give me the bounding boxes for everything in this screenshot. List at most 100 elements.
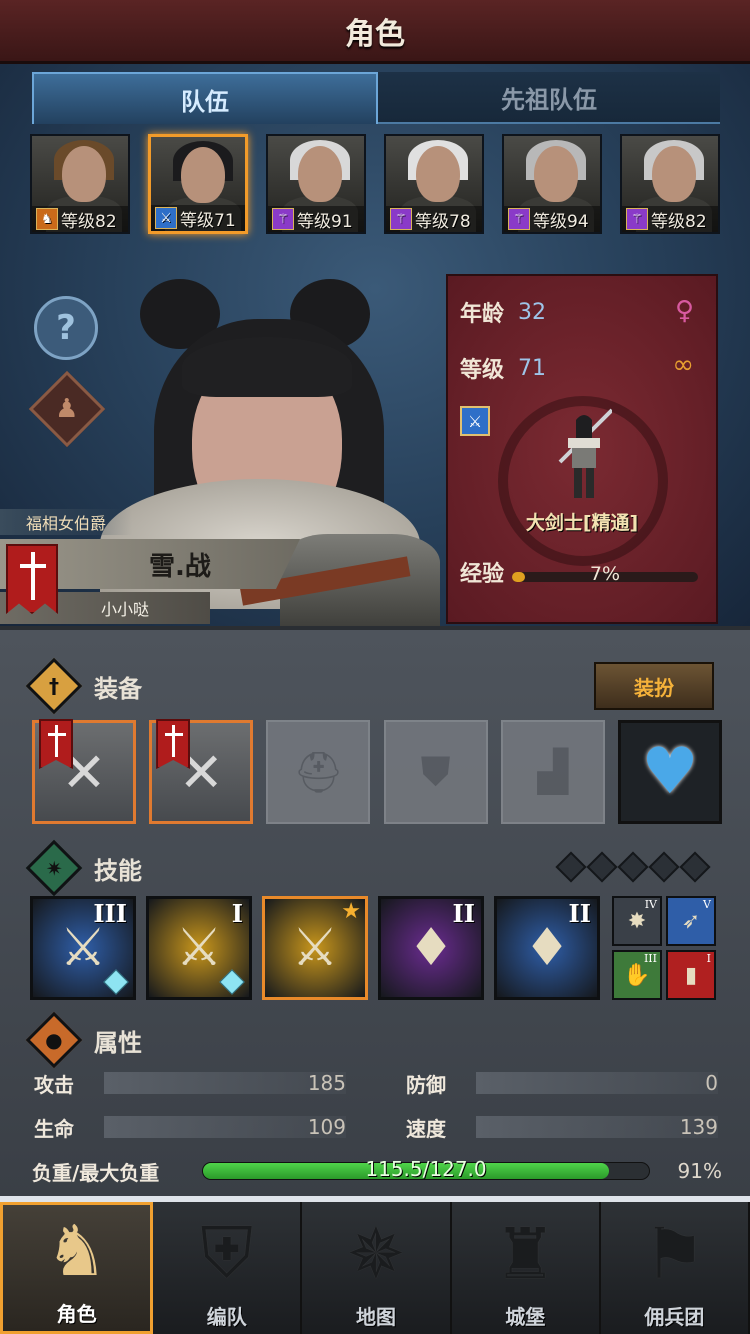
nav-label: 编队 (206, 1305, 247, 1329)
nav-label: 角色 (56, 1302, 97, 1326)
skill-slot[interactable]: ⚔ ★ (262, 896, 368, 1000)
armor-slot[interactable]: ⛊ (383, 720, 488, 824)
figure-icon: ♟ (55, 394, 79, 424)
helmet-formation-icon: ⛨ (200, 1212, 254, 1294)
hero-card[interactable]: ⚚ 等级94 (502, 134, 602, 234)
hero-level: ⚚ 等级82 (622, 206, 718, 232)
speed-label: 速度 (406, 1116, 446, 1141)
staff-icon: ⚚ (626, 208, 648, 230)
skill-rank: II (568, 899, 591, 928)
level-value: 71 (518, 355, 547, 381)
hero-level: ⚔ 等级71 (151, 205, 245, 231)
hero-level: ♞ 等级82 (32, 206, 128, 232)
skill-slot[interactable]: ⚔ III (30, 896, 136, 1000)
hero-face (416, 146, 460, 202)
load-percent: 91% (677, 1159, 722, 1183)
hero-face (534, 146, 578, 202)
tab-team[interactable]: 队伍 (32, 72, 378, 124)
accessory-slot[interactable]: ♥ (617, 720, 722, 824)
gem-slot-icon (648, 851, 680, 883)
skill-icon: ✸ (627, 908, 647, 934)
skill-slot[interactable]: ⚔ I (146, 896, 252, 1000)
guild-flag-icon (156, 719, 191, 769)
skill-icon: ✋ (623, 962, 651, 988)
nav-label: 佣兵团 (644, 1305, 705, 1329)
skill-icon: ♦ (523, 918, 571, 978)
load-label: 负重/最大负重 (32, 1160, 160, 1185)
weapon-slot-1[interactable]: ✕ (32, 719, 136, 824)
dagger-icon: † (25, 657, 83, 715)
hero-card[interactable]: ⚚ 等级91 (266, 134, 366, 234)
gem-slot-icon (586, 851, 618, 883)
nav-label: 城堡 (505, 1305, 546, 1329)
diamond-icon (219, 969, 245, 995)
hero-roster: ♞ 等级82 ⚔ 等级71 ⚚ 等级91 ⚚ 等级78 ⚚ 等级94 ⚚ 等级82 (30, 134, 720, 234)
skill-slot[interactable]: ♦ II (378, 896, 484, 1000)
skill-rank: V (703, 898, 711, 911)
tab-ancestor-team[interactable]: 先祖队伍 (378, 72, 720, 124)
load-stat: 负重/最大负重 115.5/127.0 91% (32, 1156, 722, 1186)
title-bar: 角色 (0, 0, 750, 64)
helmet-icon: ⛑ (292, 749, 344, 796)
hero-level: ⚚ 等级94 (504, 206, 600, 232)
passive-skills: ✸ IV ➶ V ✋ III ▮ I (612, 896, 716, 1000)
hero-level-label: 等级82 (651, 211, 707, 232)
question-icon: ? (56, 308, 76, 348)
skill-rank: I (231, 899, 243, 928)
rings-icon[interactable]: ∞ (672, 350, 694, 380)
skills-label: 技能 (94, 856, 142, 885)
gem-slot-icon (617, 851, 649, 883)
weapon-slot-2[interactable]: ✕ (149, 719, 254, 824)
skill-icon: ▮ (684, 962, 698, 988)
attack-value: 185 (307, 1071, 346, 1095)
passive-skill-slot[interactable]: ✋ III (612, 950, 662, 1000)
helmet-slot[interactable]: ⛑ (266, 720, 371, 824)
heart-amulet-icon: ♥ (641, 735, 699, 809)
nav-mercenary[interactable]: ⚑ 佣兵团 (600, 1202, 750, 1334)
compass-icon: ✵ (346, 1213, 406, 1295)
stat-card: 年龄 32 ♀ 等级 71 ∞ ⚔ 大剑士[精通] 经验 7% (446, 274, 718, 624)
character-panel: 队伍 先祖队伍 ♞ 等级82 ⚔ 等级71 ⚚ 等级91 ⚚ 等级78 ⚚ 等级94 ⚚ 等级82 ?… (0, 64, 750, 626)
dress-up-button[interactable]: 装扮 (594, 662, 714, 710)
skill-rank: I (706, 952, 711, 965)
skill-slot[interactable]: ♦ II (494, 896, 600, 1000)
skill-icon: ⚔ (291, 918, 339, 978)
hero-level: ⚚ 等级91 (268, 206, 364, 232)
nav-castle[interactable]: ♜ 城堡 (451, 1202, 601, 1334)
portrait-fringe (182, 337, 352, 397)
equipment-slots: ✕ ✕ ⛑ ⛊ ▟ ♥ (32, 719, 722, 824)
hero-card[interactable]: ♞ 等级82 (30, 134, 130, 234)
nav-helmet-formation[interactable]: ⛨ 编队 (153, 1202, 303, 1334)
hero-card[interactable]: ⚔ 等级71 (148, 134, 248, 234)
skills-header-bar (84, 854, 604, 882)
bottom-nav: ♞ 角色 ⛨ 编队 ✵ 地图 ♜ 城堡 ⚑ 佣兵团 (0, 1196, 750, 1334)
horse-icon: ♞ (36, 208, 58, 230)
skill-icon: ⚔ (175, 918, 223, 978)
hero-card[interactable]: ⚚ 等级78 (384, 134, 484, 234)
hero-level-label: 等级91 (297, 211, 353, 232)
nav-knight[interactable]: ♞ 角色 (0, 1202, 154, 1334)
gem-slot-icon (679, 851, 711, 883)
class-sword-icon[interactable]: ⚔ (460, 406, 490, 436)
attributes-header-bar (84, 1026, 604, 1054)
page-title: 角色 (345, 16, 405, 52)
attack-stat: 攻击 185 (34, 1068, 346, 1098)
team-tabs: 队伍 先祖队伍 (32, 72, 720, 124)
inventory-button[interactable]: ♟ (28, 370, 106, 448)
skill-rank: III (93, 899, 127, 928)
gem-slot-icon (555, 851, 587, 883)
passive-skill-slot[interactable]: ✸ IV (612, 896, 662, 946)
help-button[interactable]: ? (34, 296, 98, 360)
exp-bar: 7% (512, 563, 698, 585)
passive-skill-slot[interactable]: ▮ I (666, 950, 716, 1000)
staff-icon: ⚚ (508, 208, 530, 230)
hero-face (181, 147, 225, 203)
skill-row: ⚔ III ⚔ I ⚔ ★ ♦ II ♦ II ✸ IV ➶ V ✋ III ▮ I (30, 896, 720, 1000)
boots-slot[interactable]: ▟ (500, 720, 605, 824)
passive-skill-slot[interactable]: ➶ V (666, 896, 716, 946)
speed-value: 139 (679, 1115, 718, 1139)
nav-compass[interactable]: ✵ 地图 (302, 1202, 452, 1334)
hero-card[interactable]: ⚚ 等级82 (620, 134, 720, 234)
character-title: 福相女伯爵 (0, 509, 133, 535)
age-value: 32 (518, 299, 547, 325)
